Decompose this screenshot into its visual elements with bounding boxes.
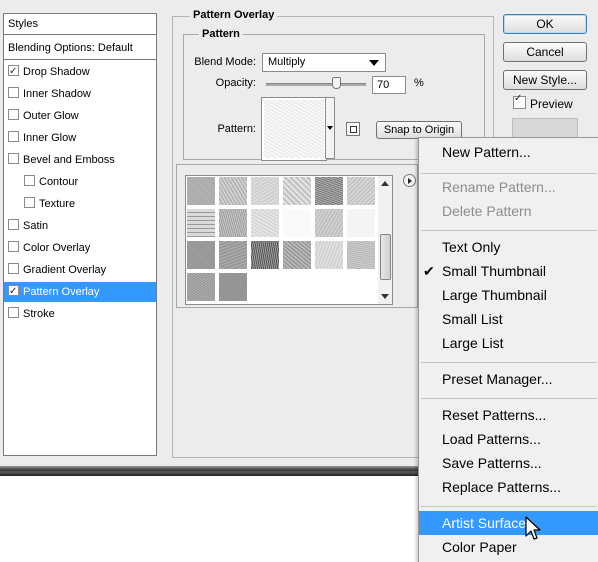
menu-item-small-thumbnail[interactable]: ✔ Small Thumbnail xyxy=(419,259,598,283)
opacity-input[interactable]: 70 xyxy=(372,76,406,94)
style-item-bevel-emboss[interactable]: Bevel and Emboss xyxy=(8,150,115,170)
pattern-tile[interactable] xyxy=(218,240,248,270)
menu-separator xyxy=(421,362,597,363)
checkbox-icon[interactable] xyxy=(8,131,19,142)
menu-item-color-paper[interactable]: Color Paper xyxy=(419,535,598,559)
new-preset-icon[interactable] xyxy=(346,122,360,136)
menu-separator xyxy=(421,230,597,231)
blending-options-item[interactable]: Blending Options: Default xyxy=(4,38,156,60)
pattern-tile[interactable] xyxy=(218,176,248,206)
style-item-color-overlay[interactable]: Color Overlay xyxy=(8,238,90,258)
pattern-tile[interactable] xyxy=(186,272,216,302)
style-item-drop-shadow[interactable]: Drop Shadow xyxy=(8,62,90,82)
opacity-unit: % xyxy=(414,77,424,89)
checkbox-icon[interactable] xyxy=(24,175,35,186)
pattern-picker-context-menu: New Pattern... Rename Pattern... Delete … xyxy=(418,137,598,562)
menu-item-new-pattern[interactable]: New Pattern... xyxy=(419,140,598,164)
menu-item-save-patterns[interactable]: Save Patterns... xyxy=(419,451,598,475)
blend-mode-select[interactable]: Multiply xyxy=(262,53,386,72)
checkbox-icon[interactable] xyxy=(8,153,19,164)
style-item-inner-shadow[interactable]: Inner Shadow xyxy=(8,84,91,104)
checkmark-icon: ✔ xyxy=(423,263,435,279)
scrollbar-thumb[interactable] xyxy=(380,234,391,280)
style-item-pattern-overlay[interactable]: Pattern Overlay xyxy=(4,282,156,302)
new-style-button[interactable]: New Style... xyxy=(503,70,587,90)
cancel-button[interactable]: Cancel xyxy=(503,42,587,62)
blend-mode-label: Blend Mode: xyxy=(194,56,256,68)
menu-item-large-thumbnail[interactable]: Large Thumbnail xyxy=(419,283,598,307)
pattern-picker-panel xyxy=(176,164,418,308)
checkbox-icon[interactable] xyxy=(513,93,526,109)
checkbox-icon[interactable] xyxy=(8,62,19,82)
window-bottom-border xyxy=(0,466,420,476)
menu-item-preset-manager[interactable]: Preset Manager... xyxy=(419,367,598,391)
pattern-tile[interactable] xyxy=(186,208,216,238)
checkbox-icon[interactable] xyxy=(24,197,35,208)
style-item-stroke[interactable]: Stroke xyxy=(8,304,55,324)
style-item-inner-glow[interactable]: Inner Glow xyxy=(8,128,76,148)
pattern-tile[interactable] xyxy=(346,176,376,206)
style-item-gradient-overlay[interactable]: Gradient Overlay xyxy=(8,260,106,280)
style-item-satin[interactable]: Satin xyxy=(8,216,48,236)
style-item-contour[interactable]: Contour xyxy=(24,172,78,192)
preview-checkbox[interactable]: Preview xyxy=(513,93,573,111)
pattern-group-title: Pattern xyxy=(199,28,243,40)
menu-separator xyxy=(421,173,597,174)
menu-item-small-list[interactable]: Small List xyxy=(419,307,598,331)
opacity-slider-track[interactable] xyxy=(266,83,366,86)
dropdown-arrow-icon xyxy=(369,60,379,66)
mouse-pointer-icon xyxy=(525,516,541,540)
pattern-tile[interactable] xyxy=(250,208,280,238)
pattern-tile[interactable] xyxy=(314,208,344,238)
pattern-overlay-title: Pattern Overlay xyxy=(190,9,278,21)
pattern-preview-image xyxy=(264,100,324,158)
pattern-tile[interactable] xyxy=(186,176,216,206)
pattern-label: Pattern: xyxy=(217,123,256,135)
pattern-tile[interactable] xyxy=(186,240,216,270)
opacity-slider-thumb[interactable] xyxy=(332,77,341,89)
menu-separator xyxy=(421,398,597,399)
dropdown-arrow-icon xyxy=(327,126,333,130)
ok-button[interactable]: OK xyxy=(503,14,587,34)
checkbox-icon[interactable] xyxy=(8,282,19,302)
pattern-tile[interactable] xyxy=(282,176,312,206)
pattern-tile[interactable] xyxy=(346,240,376,270)
checkbox-icon[interactable] xyxy=(8,307,19,318)
checkbox-icon[interactable] xyxy=(8,241,19,252)
styles-list: Styles Blending Options: Default Drop Sh… xyxy=(3,13,157,456)
menu-item-large-list[interactable]: Large List xyxy=(419,331,598,355)
pattern-tile[interactable] xyxy=(282,240,312,270)
scroll-down-arrow-icon[interactable] xyxy=(381,294,389,299)
pattern-tile[interactable] xyxy=(346,208,376,238)
pattern-tile[interactable] xyxy=(218,272,248,302)
menu-separator xyxy=(421,506,597,507)
checkbox-icon[interactable] xyxy=(8,219,19,230)
menu-item-replace-patterns[interactable]: Replace Patterns... xyxy=(419,475,598,499)
menu-item-load-patterns[interactable]: Load Patterns... xyxy=(419,427,598,451)
opacity-label: Opacity: xyxy=(215,77,256,89)
pattern-picker-toggle[interactable] xyxy=(325,97,335,159)
pattern-tile[interactable] xyxy=(250,240,280,270)
scroll-up-arrow-icon[interactable] xyxy=(381,181,389,186)
menu-item-reset-patterns[interactable]: Reset Patterns... xyxy=(419,403,598,427)
checkbox-icon[interactable] xyxy=(8,263,19,274)
style-item-texture[interactable]: Texture xyxy=(24,194,75,214)
checkbox-icon[interactable] xyxy=(8,87,19,98)
menu-item-artist-surfaces[interactable]: Artist Surfaces xyxy=(419,511,598,535)
checkbox-icon[interactable] xyxy=(8,109,19,120)
styles-header[interactable]: Styles xyxy=(4,14,156,35)
menu-item-delete-pattern[interactable]: Delete Pattern xyxy=(419,199,598,223)
pattern-tile[interactable] xyxy=(250,176,280,206)
pattern-grid-scrollbar[interactable] xyxy=(378,175,393,305)
flyout-arrow-icon[interactable] xyxy=(403,174,416,187)
pattern-swatch[interactable] xyxy=(261,97,327,161)
pattern-tile[interactable] xyxy=(282,208,312,238)
menu-item-text-only[interactable]: Text Only xyxy=(419,235,598,259)
menu-item-rename-pattern[interactable]: Rename Pattern... xyxy=(419,175,598,199)
pattern-tile[interactable] xyxy=(218,208,248,238)
style-item-outer-glow[interactable]: Outer Glow xyxy=(8,106,79,126)
pattern-grid xyxy=(185,175,380,305)
pattern-tile[interactable] xyxy=(314,240,344,270)
pattern-tile[interactable] xyxy=(314,176,344,206)
